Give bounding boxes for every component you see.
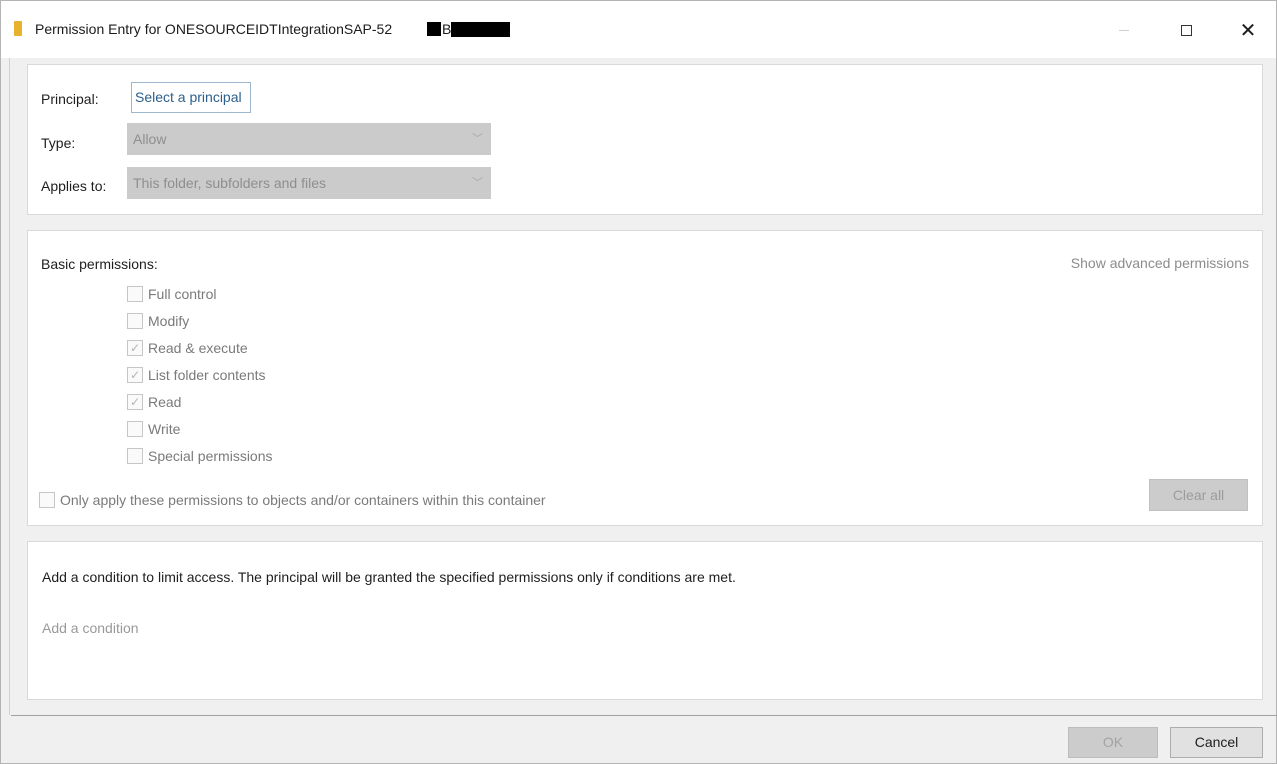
type-select-value: Allow (133, 131, 167, 147)
footer-divider (11, 715, 1277, 716)
checkbox[interactable] (127, 313, 143, 329)
permission-list-folder-contents[interactable]: ✓ List folder contents (127, 364, 266, 386)
permission-label: Read & execute (148, 340, 248, 356)
cancel-button[interactable]: Cancel (1170, 727, 1263, 758)
permission-entry-window: Permission Entry for ONESOURCEIDTIntegra… (0, 0, 1277, 764)
maximize-button[interactable] (1163, 13, 1209, 47)
permission-label: Full control (148, 286, 217, 302)
principal-panel: Principal: Select a principal Type: Allo… (27, 64, 1263, 215)
chevron-down-icon: ﹀ (472, 177, 483, 189)
ok-button[interactable]: OK (1068, 727, 1158, 758)
permission-write[interactable]: Write (127, 418, 180, 440)
checkbox[interactable]: ✓ (127, 394, 143, 410)
only-apply-label: Only apply these permissions to objects … (60, 492, 546, 508)
permission-full-control[interactable]: Full control (127, 283, 216, 305)
applies-to-select[interactable]: This folder, subfolders and files ﹀ (127, 167, 491, 199)
permission-label: Modify (148, 313, 190, 329)
window-title-fragment: B (442, 21, 452, 37)
maximize-icon (1180, 24, 1192, 36)
applies-to-select-value: This folder, subfolders and files (133, 175, 326, 191)
permission-read-execute[interactable]: ✓ Read & execute (127, 337, 248, 359)
applies-to-label: Applies to: (41, 178, 107, 194)
checkmark-icon: ✓ (129, 395, 141, 409)
checkmark-icon: ✓ (129, 341, 141, 355)
minimize-icon (1119, 29, 1129, 31)
principal-label: Principal: (41, 91, 99, 107)
permission-label: List folder contents (148, 367, 266, 383)
type-label: Type: (41, 135, 76, 151)
permission-label: Write (148, 421, 181, 437)
close-button[interactable]: ✕ (1225, 13, 1271, 47)
redaction-block (451, 22, 510, 37)
checkbox[interactable] (127, 286, 143, 302)
chevron-down-icon: ﹀ (472, 133, 483, 145)
window-title: Permission Entry for ONESOURCEIDTIntegra… (35, 21, 393, 37)
condition-panel: Add a condition to limit access. The pri… (27, 541, 1263, 700)
divider (9, 58, 10, 715)
checkmark-icon: ✓ (129, 368, 141, 382)
checkbox[interactable] (127, 421, 143, 437)
permission-label: Special permissions (148, 448, 273, 464)
permission-modify[interactable]: Modify (127, 310, 189, 332)
close-icon: ✕ (1239, 19, 1257, 42)
redaction-block (427, 22, 441, 36)
minimize-button[interactable] (1101, 13, 1147, 47)
type-select[interactable]: Allow ﹀ (127, 123, 491, 155)
title-bar: Permission Entry for ONESOURCEIDTIntegra… (1, 1, 1276, 58)
permission-special[interactable]: Special permissions (127, 445, 273, 467)
add-condition-link[interactable]: Add a condition (42, 620, 139, 636)
checkbox[interactable]: ✓ (127, 367, 143, 383)
folder-icon (14, 21, 22, 36)
clear-all-button[interactable]: Clear all (1149, 479, 1248, 511)
checkbox[interactable] (127, 448, 143, 464)
checkbox[interactable]: ✓ (127, 340, 143, 356)
basic-permissions-label: Basic permissions: (41, 256, 158, 272)
condition-description: Add a condition to limit access. The pri… (42, 569, 736, 585)
permissions-panel: Basic permissions: Show advanced permiss… (27, 230, 1263, 526)
only-apply-option[interactable]: Only apply these permissions to objects … (39, 489, 546, 511)
only-apply-checkbox[interactable] (39, 492, 55, 508)
show-advanced-permissions-link[interactable]: Show advanced permissions (1071, 255, 1249, 271)
permission-label: Read (148, 394, 182, 410)
permission-read[interactable]: ✓ Read (127, 391, 181, 413)
select-principal-link[interactable]: Select a principal (131, 82, 251, 113)
